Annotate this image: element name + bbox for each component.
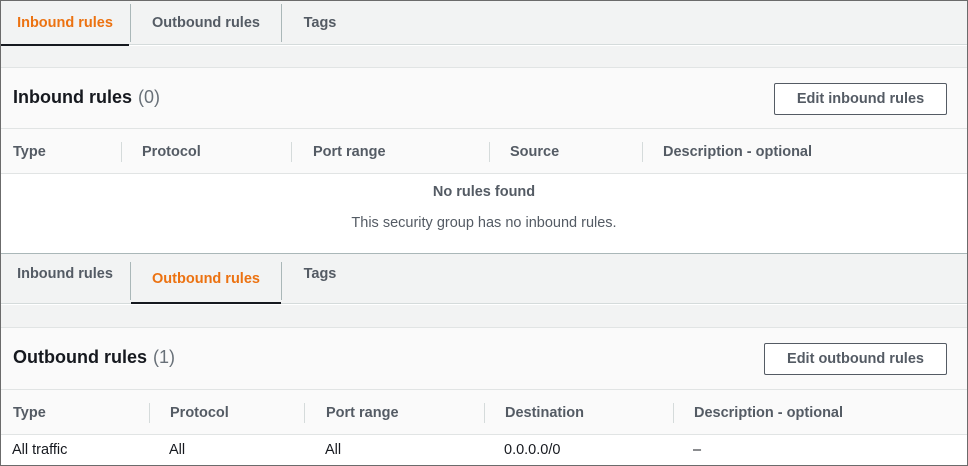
cell-description: – bbox=[693, 442, 702, 458]
column-header-protocol[interactable]: Protocol bbox=[170, 390, 229, 435]
rule-count: (0) bbox=[138, 87, 160, 107]
tab-tags[interactable]: Tags bbox=[282, 254, 358, 294]
edit-inbound-rules-button[interactable]: Edit inbound rules bbox=[774, 83, 947, 115]
inbound-rules-header: Inbound rules (0) Edit inbound rules bbox=[1, 67, 967, 129]
column-header-port-range[interactable]: Port range bbox=[326, 390, 399, 435]
empty-state-message: This security group has no inbound rules… bbox=[351, 215, 617, 231]
tab-inbound-rules[interactable]: Inbound rules bbox=[1, 1, 129, 46]
edit-outbound-rules-button[interactable]: Edit outbound rules bbox=[764, 343, 947, 375]
outbound-view-tabbar: Inbound rules Outbound rules Tags bbox=[1, 254, 967, 304]
column-divider bbox=[484, 403, 485, 423]
empty-state-title: No rules found bbox=[432, 184, 536, 200]
inbound-table-header: Type Protocol Port range Source Descript… bbox=[1, 129, 967, 174]
cell-destination: 0.0.0.0/0 bbox=[504, 442, 561, 458]
column-header-description[interactable]: Description - optional bbox=[694, 390, 843, 435]
section-gap bbox=[1, 305, 967, 327]
inbound-rules-heading: Inbound rules (0) bbox=[13, 87, 160, 108]
column-divider bbox=[642, 142, 643, 162]
column-divider bbox=[121, 142, 122, 162]
column-header-source[interactable]: Source bbox=[510, 129, 559, 174]
column-header-protocol[interactable]: Protocol bbox=[142, 129, 201, 174]
panel-title-text: Outbound rules bbox=[13, 347, 147, 367]
column-divider bbox=[149, 403, 150, 423]
tab-outbound-rules[interactable]: Outbound rules bbox=[131, 1, 281, 45]
cell-type: All traffic bbox=[12, 442, 68, 458]
tab-tags[interactable]: Tags bbox=[282, 1, 358, 45]
section-gap bbox=[1, 46, 967, 67]
column-header-destination[interactable]: Destination bbox=[505, 390, 584, 435]
cell-port-range: All bbox=[325, 442, 342, 458]
cell-protocol: All bbox=[169, 442, 186, 458]
column-divider bbox=[673, 403, 674, 423]
outbound-rules-header: Outbound rules (1) Edit outbound rules bbox=[1, 327, 967, 390]
column-header-type[interactable]: Type bbox=[13, 129, 46, 174]
tab-outbound-rules[interactable]: Outbound rules bbox=[131, 254, 281, 304]
tab-inbound-rules[interactable]: Inbound rules bbox=[1, 254, 129, 294]
rule-count: (1) bbox=[153, 347, 175, 367]
column-header-port-range[interactable]: Port range bbox=[313, 129, 386, 174]
column-divider bbox=[489, 142, 490, 162]
column-header-type[interactable]: Type bbox=[13, 390, 46, 435]
outbound-table-header: Type Protocol Port range Destination Des… bbox=[1, 390, 967, 435]
inbound-view-tabbar: Inbound rules Outbound rules Tags bbox=[1, 1, 967, 46]
column-header-description[interactable]: Description - optional bbox=[663, 129, 812, 174]
outbound-rules-heading: Outbound rules (1) bbox=[13, 347, 175, 368]
column-divider bbox=[291, 142, 292, 162]
column-divider bbox=[304, 403, 305, 423]
panel-title-text: Inbound rules bbox=[13, 87, 132, 107]
